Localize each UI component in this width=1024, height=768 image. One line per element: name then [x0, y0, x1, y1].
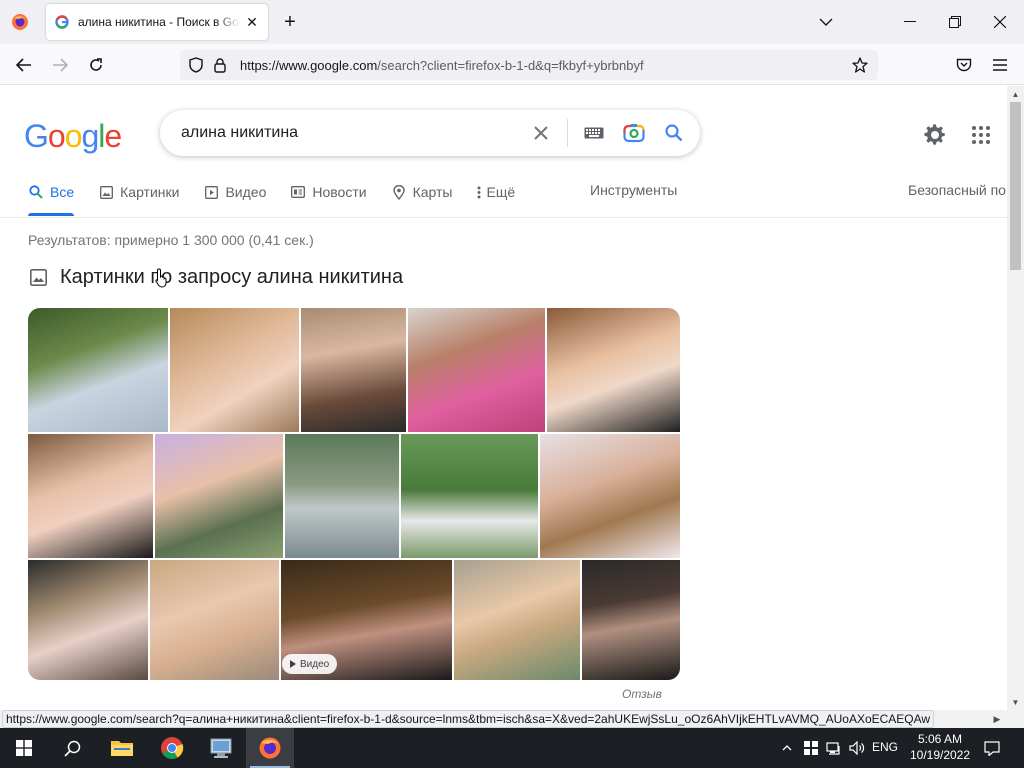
scroll-right-arrow-icon[interactable]: ▶ [990, 712, 1004, 726]
windows-taskbar: ENG 5:06 AM 10/19/2022 [0, 728, 1024, 768]
firefox-taskbar-icon[interactable] [246, 728, 294, 768]
close-window-icon[interactable] [986, 8, 1014, 36]
images-section-header[interactable]: Картинки по запросу алина никитина [28, 266, 403, 289]
hamburger-menu-icon[interactable] [987, 52, 1013, 78]
lock-icon[interactable] [208, 53, 232, 77]
tab-title: алина никитина - Поиск в Google [78, 15, 240, 29]
browser-tab-bar: алина никитина - Поиск в Google ✕ + [0, 0, 1024, 44]
search-divider [567, 119, 568, 147]
restore-icon[interactable] [941, 8, 969, 36]
play-icon [290, 660, 296, 668]
image-icon [98, 184, 114, 200]
search-icon[interactable] [48, 728, 96, 768]
safe-search-button[interactable]: Безопасный по [908, 182, 1006, 198]
scroll-down-arrow-icon[interactable]: ▼ [1007, 694, 1024, 710]
forward-icon[interactable] [47, 52, 73, 78]
volume-icon[interactable] [847, 728, 867, 768]
search-input[interactable]: алина никитина [181, 124, 527, 142]
scroll-up-arrow-icon[interactable]: ▲ [1007, 86, 1024, 102]
chrome-icon[interactable] [148, 728, 196, 768]
search-tabs: Все Картинки Видео Новости Карты Ещё [28, 182, 539, 217]
images-heading: Картинки по запросу алина никитина [60, 266, 404, 288]
security-shield-icon[interactable] [801, 728, 821, 768]
image-result[interactable] [285, 434, 399, 558]
news-icon [290, 184, 306, 200]
image-result[interactable] [401, 434, 538, 558]
image-result[interactable] [540, 434, 680, 558]
tab-images[interactable]: Картинки [98, 182, 179, 202]
clear-search-icon[interactable] [527, 119, 555, 147]
tools-button[interactable]: Инструменты [590, 182, 677, 198]
new-tab-icon[interactable]: + [278, 10, 302, 34]
google-logo[interactable]: Google [24, 118, 122, 155]
clock-time: 5:06 AM [917, 732, 963, 746]
tab-videos[interactable]: Видео [203, 182, 266, 202]
image-result[interactable] [170, 308, 299, 432]
tabs-divider [0, 217, 1007, 218]
search-box[interactable]: алина никитина [160, 110, 700, 156]
windows-start-icon[interactable] [0, 728, 48, 768]
feedback-link[interactable]: Отзыв [622, 687, 662, 701]
clock-date: 10/19/2022 [909, 748, 971, 762]
play-icon [203, 184, 219, 200]
back-icon[interactable] [11, 52, 37, 78]
tab-news[interactable]: Новости [290, 182, 367, 202]
firefox-menu-icon[interactable] [8, 10, 32, 34]
active-tab[interactable]: алина никитина - Поиск в Google ✕ [46, 4, 268, 40]
reload-icon[interactable] [83, 52, 109, 78]
search-icon [28, 184, 44, 200]
system-clock[interactable]: 5:06 AM 10/19/2022 [905, 731, 975, 763]
image-icon [28, 268, 48, 288]
image-result[interactable] [28, 308, 168, 432]
address-bar[interactable]: https://www.google.com/search?client=fir… [180, 50, 878, 80]
navigation-toolbar: https://www.google.com/search?client=fir… [0, 44, 1024, 85]
bookmark-star-icon[interactable] [848, 53, 872, 77]
image-result[interactable] [301, 308, 406, 432]
image-result[interactable] [408, 308, 545, 432]
tab-more[interactable]: Ещё [476, 182, 515, 202]
google-results-page: Google алина никитина Все Картинки Видео… [0, 86, 1007, 710]
image-result[interactable] [28, 560, 148, 680]
notifications-icon[interactable] [980, 728, 1004, 768]
image-result[interactable] [582, 560, 680, 680]
image-result[interactable] [547, 308, 680, 432]
control-panel-icon[interactable] [197, 728, 245, 768]
image-result[interactable] [155, 434, 283, 558]
google-favicon-icon [54, 14, 70, 30]
file-explorer-icon[interactable] [98, 728, 146, 768]
tab-close-icon[interactable]: ✕ [244, 14, 260, 30]
result-stats: Результатов: примерно 1 300 000 (0,41 се… [28, 232, 314, 248]
show-hidden-icons-icon[interactable] [778, 728, 796, 768]
image-result[interactable] [150, 560, 279, 680]
search-submit-icon[interactable] [660, 119, 688, 147]
pocket-icon[interactable] [951, 52, 977, 78]
image-result[interactable] [454, 560, 580, 680]
url-text: https://www.google.com/search?client=fir… [240, 58, 644, 73]
scrollbar-thumb[interactable] [1010, 102, 1021, 270]
image-results-grid [28, 308, 680, 680]
network-icon[interactable] [824, 728, 844, 768]
tab-maps[interactable]: Карты [391, 182, 452, 202]
list-all-tabs-icon[interactable] [812, 8, 840, 36]
url-host: https://www.google.com [240, 57, 378, 73]
page-vertical-scrollbar[interactable]: ▲ ▼ [1007, 86, 1024, 710]
input-language[interactable]: ENG [872, 740, 898, 754]
lens-camera-icon[interactable] [620, 119, 648, 147]
settings-gear-icon[interactable] [922, 122, 948, 148]
minimize-icon[interactable] [896, 8, 924, 36]
map-pin-icon [391, 184, 407, 200]
url-path: /search?client=firefox-b-1-d&q=fkbyf+ybr… [377, 57, 644, 73]
image-result[interactable] [28, 434, 153, 558]
video-badge: Видео [282, 654, 338, 674]
hand-cursor-icon [155, 268, 167, 288]
status-bar: https://www.google.com/search?q=алина+ни… [0, 710, 1024, 728]
status-link-url: https://www.google.com/search?q=алина+ни… [2, 710, 935, 728]
keyboard-icon[interactable] [580, 119, 608, 147]
shield-icon[interactable] [184, 53, 208, 77]
tab-all[interactable]: Все [28, 182, 75, 216]
google-apps-icon[interactable] [968, 122, 994, 148]
more-vert-icon [476, 184, 482, 200]
